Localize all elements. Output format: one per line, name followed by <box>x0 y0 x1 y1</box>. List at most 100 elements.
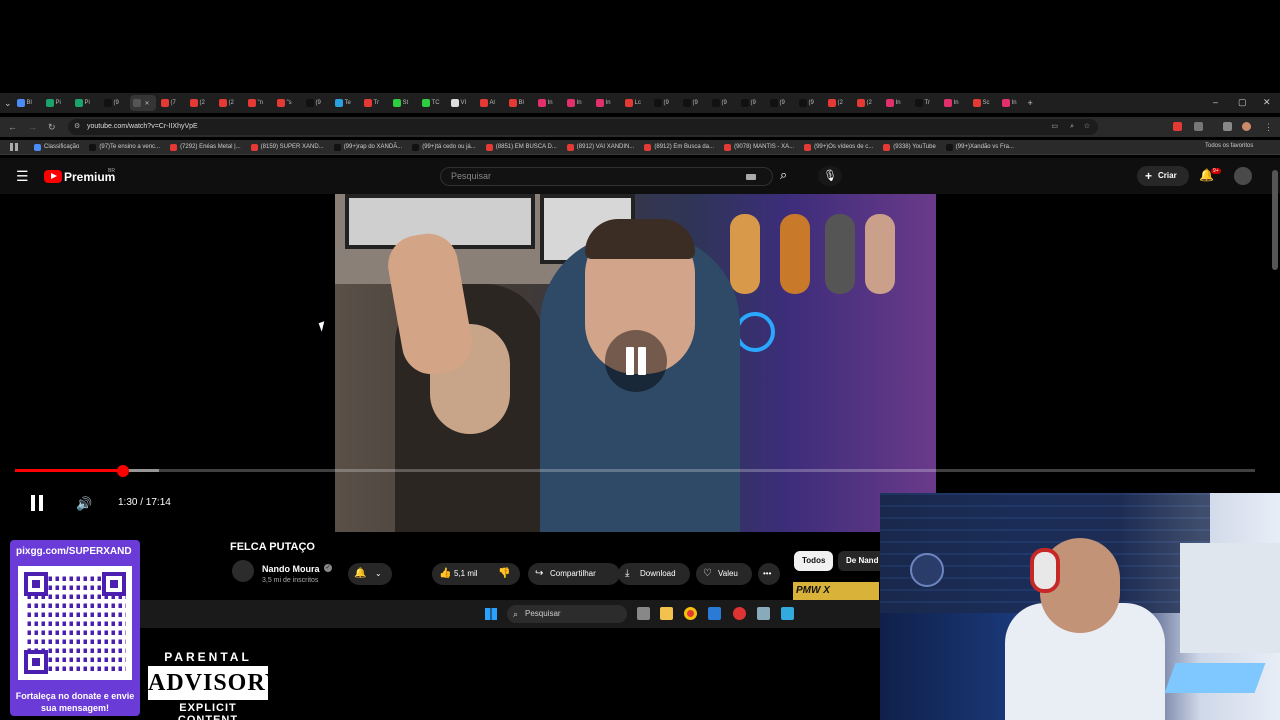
browser-tab[interactable]: St <box>390 95 417 111</box>
youtube-logo-icon[interactable] <box>44 170 62 183</box>
url-input[interactable]: ⚙ youtube.com/watch?v=Cr-IIXhyVpE ▭ ⌕ ☆ <box>68 119 1098 135</box>
browser-tab[interactable]: Bl <box>14 95 41 111</box>
browser-tab[interactable]: In <box>999 95 1026 111</box>
browser-tab[interactable]: Al <box>477 95 504 111</box>
channel-avatar[interactable] <box>232 560 254 582</box>
bookmark-item[interactable]: (8912) Em Busca da... <box>644 143 714 151</box>
bookmark-item[interactable]: (7292) Enéas Metal |... <box>170 143 241 151</box>
browser-tab[interactable]: In <box>593 95 620 111</box>
close-tab-icon[interactable]: ✕ <box>145 100 150 107</box>
maximize-button[interactable]: ▢ <box>1238 97 1247 108</box>
browser-tab[interactable]: (9 <box>101 95 128 111</box>
chip-all[interactable]: Todos <box>794 551 834 571</box>
reload-icon[interactable]: ↻ <box>48 122 56 133</box>
search-input[interactable]: Pesquisar <box>440 167 773 186</box>
browser-tab[interactable]: "s <box>274 95 301 111</box>
app-icon[interactable] <box>733 607 746 620</box>
browser-tab[interactable]: (9 <box>738 95 765 111</box>
browser-tab[interactable]: ✕ <box>129 95 156 111</box>
browser-tab[interactable]: Sc <box>970 95 997 111</box>
apps-grid-icon[interactable] <box>10 143 18 151</box>
center-pause-icon[interactable] <box>605 330 667 392</box>
browser-tab[interactable]: (9 <box>709 95 736 111</box>
browser-tab[interactable]: In <box>535 95 562 111</box>
download-button[interactable]: ⤓ Download <box>618 563 690 585</box>
browser-tab[interactable]: TC <box>419 95 446 111</box>
microphone-icon[interactable]: 🎙 <box>818 166 842 186</box>
browser-tab[interactable]: (2 <box>187 95 214 111</box>
close-window-button[interactable]: ✕ <box>1263 97 1271 108</box>
browser-tab[interactable]: In <box>564 95 591 111</box>
browser-tab[interactable]: (9 <box>767 95 794 111</box>
bookmark-star-icon[interactable]: ☆ <box>1084 119 1090 135</box>
dislike-icon[interactable]: 👎 <box>498 563 510 585</box>
bookmark-item[interactable]: Classificação <box>34 143 79 151</box>
bookmark-item[interactable]: (99+)rap do XANDÃ... <box>333 143 402 151</box>
bookmark-item[interactable]: (8912) VAI XANDIN... <box>566 143 634 151</box>
file-explorer-icon[interactable] <box>660 607 673 620</box>
cast-icon[interactable]: ▭ <box>1051 119 1058 135</box>
bookmark-item[interactable]: (9338) YouTube <box>883 143 936 151</box>
site-info-icon[interactable]: ⚙ <box>74 119 80 135</box>
extensions-puzzle-icon[interactable] <box>1194 122 1203 131</box>
tab-search-icon[interactable]: ⌄ <box>4 98 12 109</box>
browser-tab[interactable]: (9 <box>796 95 823 111</box>
more-actions-button[interactable]: ••• <box>758 563 780 585</box>
forward-icon[interactable]: → <box>28 122 37 132</box>
account-avatar[interactable] <box>1234 167 1252 185</box>
app-icon[interactable] <box>708 607 721 620</box>
menu-hamburger-icon[interactable]: ☰ <box>16 168 29 185</box>
share-button[interactable]: ↪ Compartilhar <box>528 563 620 585</box>
browser-tab[interactable]: "n <box>245 95 272 111</box>
browser-tab[interactable]: (9 <box>680 95 707 111</box>
bookmark-item[interactable]: (99+)tá cedo ou já... <box>412 143 476 151</box>
scrubber-handle[interactable] <box>116 465 129 477</box>
browser-tab[interactable]: In <box>941 95 968 111</box>
browser-tab[interactable]: (9 <box>303 95 330 111</box>
browser-tab[interactable]: Tr <box>912 95 939 111</box>
minimize-button[interactable]: – <box>1213 97 1218 107</box>
browser-tab[interactable]: (2 <box>216 95 243 111</box>
new-tab-button[interactable]: + <box>1028 98 1033 108</box>
media-control-icon[interactable] <box>1223 122 1232 131</box>
settings-icon[interactable] <box>757 607 770 620</box>
browser-menu-icon[interactable]: ⋮ <box>1264 122 1273 133</box>
keyboard-icon[interactable] <box>746 174 756 180</box>
zoom-icon[interactable]: ⌕ <box>1070 119 1074 135</box>
browser-tab[interactable]: (7 <box>158 95 185 111</box>
browser-tab[interactable]: Bl <box>506 95 533 111</box>
bookmark-item[interactable]: (8159) SUPER XAND... <box>250 143 324 151</box>
like-button[interactable]: 👍 5,1 mil 👎 <box>432 563 520 585</box>
bookmark-item[interactable]: (9078) MANTIS - XA... <box>724 143 794 151</box>
progress-bar[interactable] <box>15 469 1255 472</box>
browser-tab[interactable]: (2 <box>825 95 852 111</box>
taskbar-search-input[interactable]: ⌕ Pesquisar <box>507 605 627 623</box>
windows-start-icon[interactable] <box>485 608 497 620</box>
create-button[interactable]: + Criar <box>1137 166 1189 186</box>
browser-tab[interactable]: Tr <box>361 95 388 111</box>
browser-tab[interactable]: Te <box>332 95 359 111</box>
browser-tab[interactable]: (2 <box>854 95 881 111</box>
page-scrollbar[interactable] <box>1272 170 1278 270</box>
browser-tab[interactable]: (9 <box>651 95 678 111</box>
bookmark-item[interactable]: (99+)Xandão vs Fra... <box>945 143 1014 151</box>
subscribed-bell-button[interactable]: 🔔 ⌄ <box>348 563 392 585</box>
channel-name[interactable]: Nando Moura <box>262 564 320 574</box>
browser-tab[interactable]: Lc <box>622 95 649 111</box>
bookmark-item[interactable]: (99+)Os vídeos de c... <box>804 143 873 151</box>
browser-tab[interactable]: Pi <box>72 95 99 111</box>
profile-avatar[interactable] <box>1242 122 1251 131</box>
video-player[interactable] <box>335 194 936 532</box>
bookmark-item[interactable]: (97)Te ensino a venc... <box>89 143 160 151</box>
browser-tab[interactable]: In <box>883 95 910 111</box>
pause-icon[interactable] <box>30 495 44 511</box>
thanks-button[interactable]: ♡ Valeu <box>696 563 752 585</box>
browser-tab[interactable]: Pi <box>43 95 70 111</box>
chrome-icon[interactable] <box>684 607 697 620</box>
extension-icon[interactable] <box>1173 122 1182 131</box>
bookmark-item[interactable]: (8851) EM BUSCA D... <box>485 143 557 151</box>
back-icon[interactable]: ← <box>8 122 17 132</box>
browser-tab[interactable]: VI <box>448 95 475 111</box>
app-icon[interactable] <box>781 607 794 620</box>
search-icon[interactable]: ⌕ <box>780 167 787 183</box>
